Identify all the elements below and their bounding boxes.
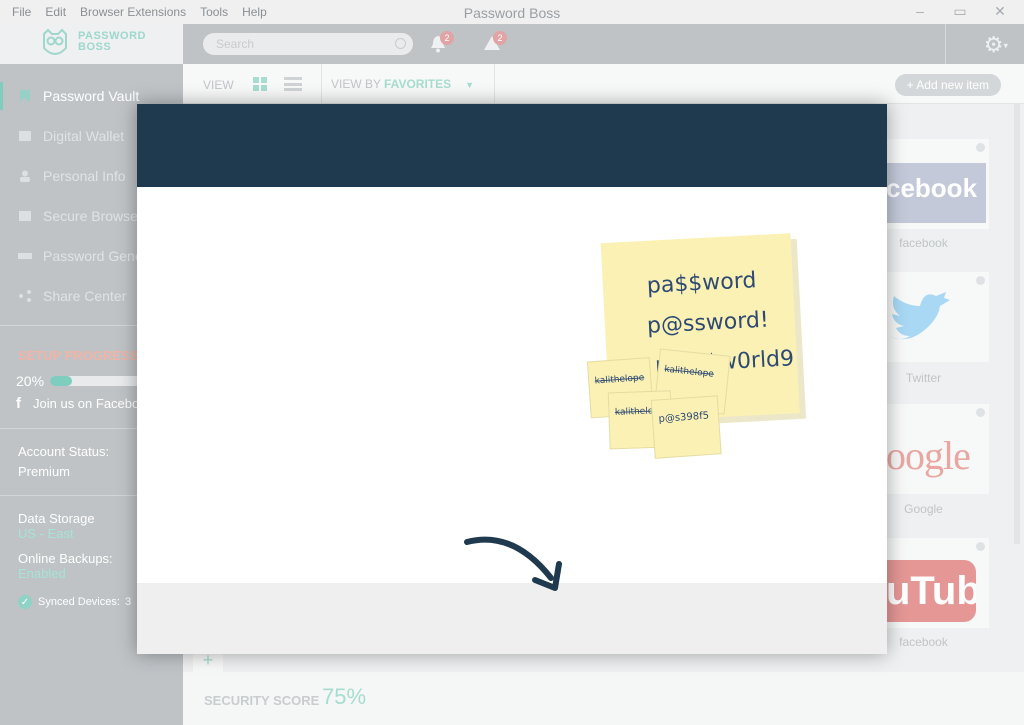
tile-settings-icon[interactable]	[976, 143, 985, 152]
synced-devices-label: Synced Devices:	[38, 596, 120, 608]
wallet-icon	[19, 131, 31, 141]
view-toolbar: VIEW VIEW BY FAVORITES ▼ + Add new item	[183, 64, 1024, 104]
settings-button[interactable]: ⚙▾	[984, 32, 1008, 58]
search-icon	[395, 38, 406, 49]
sidebar-item-label: Share Center	[43, 288, 127, 304]
notification-badge: 2	[440, 31, 454, 45]
sidebar-item-label: Password Vault	[43, 88, 140, 104]
toolbar-divider	[494, 64, 495, 104]
alert-badge: 2	[493, 31, 507, 45]
share-icon	[19, 290, 31, 302]
data-storage-label: Data Storage	[18, 511, 95, 526]
setup-progress-fill	[50, 376, 73, 386]
check-icon: ✓	[18, 595, 32, 609]
tile-twitter[interactable]	[886, 272, 989, 362]
person-icon	[20, 170, 30, 182]
synced-devices: ✓ Synced Devices: 3	[18, 595, 131, 609]
join-facebook-link[interactable]: f Join us on Facebook	[16, 395, 153, 412]
tile-google[interactable]: oogle	[886, 404, 989, 494]
online-backups-value[interactable]: Enabled	[18, 566, 113, 581]
setup-progress-title: SETUP PROGRESS	[18, 348, 139, 363]
join-facebook-text: Join us on Facebook	[33, 396, 153, 411]
sticky-notes-illustration: pa$$word p@ssword! p@$$w0rld9 kalithelop…	[586, 233, 807, 459]
onboarding-dialog: pa$$word p@ssword! p@$$w0rld9 kalithelop…	[137, 104, 887, 654]
window-controls: – ▭ ✕	[908, 3, 1012, 20]
minimize-icon[interactable]: –	[908, 3, 932, 20]
search-placeholder: Search	[216, 37, 255, 51]
tile-facebook[interactable]: cebook	[886, 139, 989, 229]
toolbar-divider	[321, 64, 322, 104]
account-status: Account Status: Premium	[18, 442, 109, 482]
sidebar-item-label: Digital Wallet	[43, 128, 125, 144]
google-logo: oogle	[886, 433, 971, 478]
search-input[interactable]: Search	[203, 33, 413, 55]
header-divider	[945, 24, 946, 64]
logo-text: PASSWORD BOSS	[78, 30, 146, 53]
dialog-header	[137, 104, 887, 187]
security-score-value[interactable]: 75%	[322, 684, 366, 710]
grid-view-icon[interactable]	[253, 77, 267, 91]
synced-devices-count: 3	[124, 596, 132, 608]
youtube-logo: uTube	[886, 560, 976, 622]
view-by-dropdown[interactable]: VIEW BY FAVORITES ▼	[331, 77, 474, 91]
alerts-button[interactable]: 2	[483, 31, 507, 56]
tile-settings-icon[interactable]	[976, 542, 985, 551]
setup-progress-percent: 20%	[16, 373, 45, 389]
tile-caption: facebook	[899, 635, 948, 649]
facebook-logo: cebook	[886, 163, 986, 223]
title-bar: File Edit Browser Extensions Tools Help …	[0, 0, 1024, 24]
curved-arrow-icon	[464, 536, 562, 591]
tile-settings-icon[interactable]	[976, 276, 985, 285]
browser-icon	[19, 211, 31, 221]
list-view-icon[interactable]	[284, 77, 302, 91]
view-label: VIEW	[203, 78, 234, 92]
view-by-label: VIEW BY	[331, 77, 382, 91]
top-bar: Search 2 2 ⚙▾	[183, 24, 1024, 64]
owl-logo-icon	[43, 28, 67, 55]
notifications-button[interactable]: 2	[430, 31, 454, 58]
tile-caption: Twitter	[905, 371, 942, 385]
window-title: Password Boss	[463, 5, 561, 21]
account-status-label: Account Status:	[18, 444, 110, 459]
bookmark-icon	[20, 90, 30, 102]
gear-icon: ⚙	[983, 32, 1004, 57]
logo[interactable]: PASSWORD BOSS	[0, 24, 183, 64]
close-icon[interactable]: ✕	[988, 3, 1012, 20]
storage-info: Data Storage US - East Online Backups: E…	[18, 511, 113, 581]
view-by-value: FAVORITES	[384, 77, 452, 91]
caret-down-icon: ▼	[465, 80, 475, 90]
twitter-bird-icon	[890, 292, 950, 340]
tile-settings-icon[interactable]	[976, 408, 985, 417]
generator-icon	[18, 253, 32, 259]
chevron-down-icon: ▾	[1003, 40, 1008, 51]
account-status-value: Premium	[18, 464, 71, 479]
tile-caption: facebook	[899, 236, 948, 250]
security-score-label: SECURITY SCORE	[204, 693, 320, 708]
content-scrollbar[interactable]	[1014, 104, 1020, 544]
tile-caption: Google	[904, 502, 943, 516]
facebook-icon: f	[16, 395, 21, 412]
online-backups-label: Online Backups:	[18, 551, 113, 566]
sidebar-item-label: Personal Info	[43, 168, 126, 184]
add-new-item-button[interactable]: + Add new item	[894, 74, 1001, 96]
security-score-bar: SECURITY SCORE 75%	[183, 672, 1024, 725]
data-storage-value[interactable]: US - East	[18, 526, 113, 541]
tile-youtube[interactable]: uTube	[886, 538, 989, 628]
sidebar-item-label: Secure Browser	[43, 208, 143, 224]
maximize-icon[interactable]: ▭	[948, 3, 972, 20]
